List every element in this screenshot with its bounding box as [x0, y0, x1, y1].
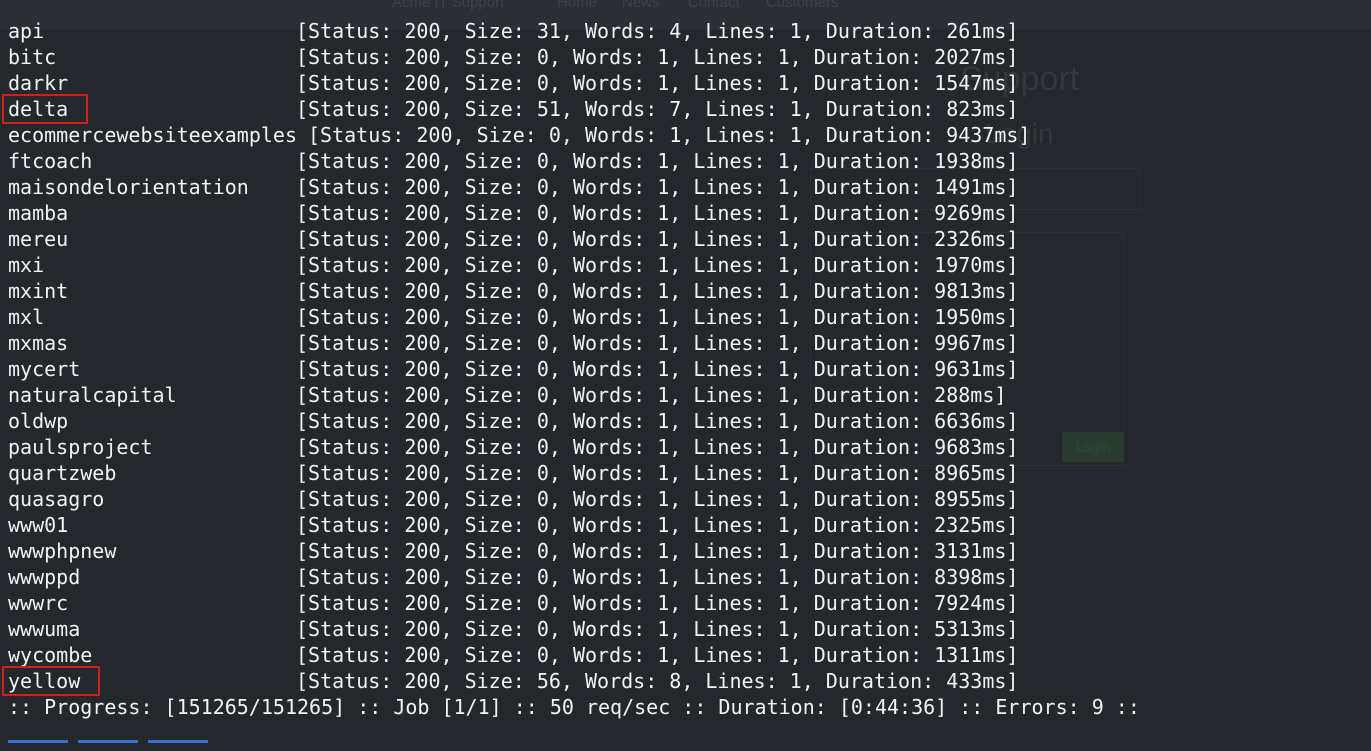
result-row: mxmas [Status: 200, Size: 0, Words: 1, Li… — [8, 330, 1108, 356]
result-row: yellow [Status: 200, Size: 56, Words: 8, … — [8, 668, 1108, 694]
subdomain-name: api — [8, 19, 45, 43]
result-row: bitc [Status: 200, Size: 0, Words: 1, Lin… — [8, 44, 1108, 70]
result-row: mycert [Status: 200, Size: 0, Words: 1, L… — [8, 356, 1108, 382]
result-row: wycombe [Status: 200, Size: 0, Words: 1, … — [8, 642, 1108, 668]
subdomain-name: mereu — [8, 227, 69, 251]
subdomain-name: mxi — [8, 253, 45, 277]
result-status: [Status: 200, Size: 0, Words: 1, Lines: … — [296, 305, 1019, 329]
subdomain-name: mxl — [8, 305, 45, 329]
result-row: wwwrc [Status: 200, Size: 0, Words: 1, Li… — [8, 590, 1108, 616]
highlight-box — [2, 94, 88, 124]
subdomain-name: mxint — [8, 279, 69, 303]
subdomain-name: mycert — [8, 357, 81, 381]
result-row: maisondelorientation [Status: 200, Size: … — [8, 174, 1108, 200]
subdomain-name: ecommercewebsiteexamples — [8, 123, 297, 147]
result-status: [Status: 200, Size: 0, Words: 1, Lines: … — [296, 253, 1019, 277]
subdomain-name: oldwp — [8, 409, 69, 433]
result-status: [Status: 200, Size: 0, Words: 1, Lines: … — [296, 435, 1019, 459]
subdomain-name: wwwuma — [8, 617, 81, 641]
result-status: [Status: 200, Size: 0, Words: 1, Lines: … — [296, 643, 1019, 667]
subdomain-name: mxmas — [8, 331, 69, 355]
result-status: [Status: 200, Size: 0, Words: 1, Lines: … — [296, 383, 1007, 407]
result-status: [Status: 200, Size: 0, Words: 1, Lines: … — [296, 279, 1019, 303]
result-row: mamba [Status: 200, Size: 0, Words: 1, Li… — [8, 200, 1108, 226]
result-row: www01 [Status: 200, Size: 0, Words: 1, Li… — [8, 512, 1108, 538]
result-status: [Status: 200, Size: 0, Words: 1, Lines: … — [296, 617, 1019, 641]
subdomain-name: wwwppd — [8, 565, 81, 589]
subdomain-name: darkr — [8, 71, 69, 95]
subdomain-name: mamba — [8, 201, 69, 225]
progress-line: :: Progress: [151265/151265] :: Job [1/1… — [8, 695, 1140, 719]
result-row: oldwp [Status: 200, Size: 0, Words: 1, Li… — [8, 408, 1108, 434]
result-status: [Status: 200, Size: 0, Words: 1, Lines: … — [296, 227, 1019, 251]
result-row: ftcoach [Status: 200, Size: 0, Words: 1, … — [8, 148, 1108, 174]
highlight-box — [2, 666, 100, 696]
result-row: api [Status: 200, Size: 31, Words: 4, Lin… — [8, 18, 1108, 44]
result-status: [Status: 200, Size: 0, Words: 1, Lines: … — [296, 513, 1019, 537]
result-row: mxi [Status: 200, Size: 0, Words: 1, Line… — [8, 252, 1108, 278]
subdomain-name: quartzweb — [8, 461, 117, 485]
result-status: [Status: 200, Size: 0, Words: 1, Lines: … — [296, 149, 1019, 173]
subdomain-name: www01 — [8, 513, 69, 537]
result-status: [Status: 200, Size: 0, Words: 1, Lines: … — [296, 357, 1019, 381]
result-row: quartzweb [Status: 200, Size: 0, Words: 1… — [8, 460, 1108, 486]
subdomain-name: bitc — [8, 45, 57, 69]
result-row: mxint [Status: 200, Size: 0, Words: 1, Li… — [8, 278, 1108, 304]
result-status: [Status: 200, Size: 56, Words: 8, Lines:… — [296, 669, 1019, 693]
result-status: [Status: 200, Size: 0, Words: 1, Lines: … — [296, 175, 1019, 199]
result-status: [Status: 200, Size: 0, Words: 1, Lines: … — [296, 331, 1019, 355]
subdomain-name: naturalcapital — [8, 383, 177, 407]
result-row: delta [Status: 200, Size: 51, Words: 7, L… — [8, 96, 1108, 122]
result-status: [Status: 200, Size: 0, Words: 1, Lines: … — [308, 123, 1031, 147]
result-status: [Status: 200, Size: 0, Words: 1, Lines: … — [296, 539, 1019, 563]
subdomain-name: paulsproject — [8, 435, 153, 459]
subdomain-name: maisondelorientation — [8, 175, 249, 199]
subdomain-name: wwwrc — [8, 591, 69, 615]
result-status: [Status: 200, Size: 31, Words: 4, Lines:… — [296, 19, 1019, 43]
result-row: quasagro [Status: 200, Size: 0, Words: 1,… — [8, 486, 1108, 512]
result-row: naturalcapital [Status: 200, Size: 0, Wor… — [8, 382, 1108, 408]
result-status: [Status: 200, Size: 0, Words: 1, Lines: … — [296, 71, 1019, 95]
subdomain-name: quasagro — [8, 487, 105, 511]
result-status: [Status: 200, Size: 0, Words: 1, Lines: … — [296, 591, 1019, 615]
result-status: [Status: 200, Size: 51, Words: 7, Lines:… — [296, 97, 1019, 121]
subdomain-name: wycombe — [8, 643, 93, 667]
subdomain-name: ftcoach — [8, 149, 93, 173]
result-row: wwwppd [Status: 200, Size: 0, Words: 1, L… — [8, 564, 1108, 590]
result-status: [Status: 200, Size: 0, Words: 1, Lines: … — [296, 45, 1019, 69]
result-status: [Status: 200, Size: 0, Words: 1, Lines: … — [296, 409, 1019, 433]
terminal-output: api [Status: 200, Size: 31, Words: 4, Lin… — [0, 0, 1371, 751]
result-row: darkr [Status: 200, Size: 0, Words: 1, Li… — [8, 70, 1108, 96]
result-row: mereu [Status: 200, Size: 0, Words: 1, Li… — [8, 226, 1108, 252]
result-row: wwwphpnew [Status: 200, Size: 0, Words: 1… — [8, 538, 1108, 564]
subdomain-name: wwwphpnew — [8, 539, 117, 563]
result-status: [Status: 200, Size: 0, Words: 1, Lines: … — [296, 565, 1019, 589]
result-status: [Status: 200, Size: 0, Words: 1, Lines: … — [296, 201, 1019, 225]
result-status: [Status: 200, Size: 0, Words: 1, Lines: … — [296, 461, 1019, 485]
shell-prompt-partial — [8, 740, 408, 751]
result-row: ecommercewebsiteexamples [Status: 200, Si… — [8, 122, 1108, 148]
result-row: wwwuma [Status: 200, Size: 0, Words: 1, L… — [8, 616, 1108, 642]
result-row: paulsproject [Status: 200, Size: 0, Words… — [8, 434, 1108, 460]
result-status: [Status: 200, Size: 0, Words: 1, Lines: … — [296, 487, 1019, 511]
result-row: mxl [Status: 200, Size: 0, Words: 1, Line… — [8, 304, 1108, 330]
